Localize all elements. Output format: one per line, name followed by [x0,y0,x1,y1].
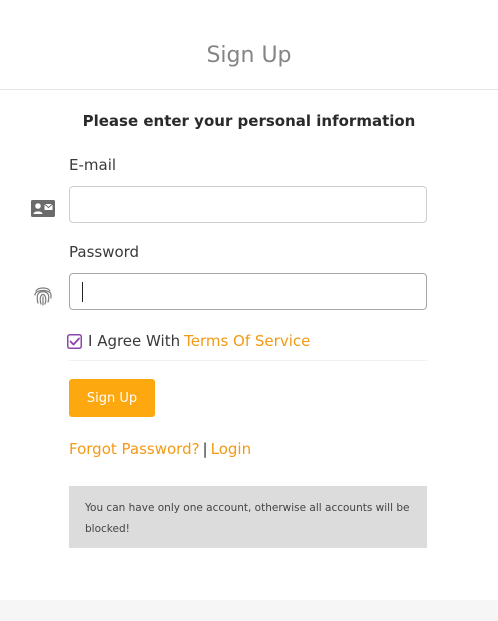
link-separator: | [202,440,208,458]
page-title: Sign Up [206,43,292,68]
password-field[interactable] [69,273,427,310]
text-caret [82,282,83,302]
agree-label: I Agree With [88,332,181,350]
email-label: E-mail [69,156,117,174]
contact-card-icon [30,195,56,221]
fingerprint-icon [30,282,56,308]
sign-up-button[interactable]: Sign Up [69,379,155,417]
page-header: Sign Up [0,0,498,90]
forgot-password-link[interactable]: Forgot Password? [69,440,200,458]
password-label: Password [69,243,140,261]
page-footer-strip [0,600,498,621]
terms-of-service-link[interactable]: Terms Of Service [184,332,310,350]
signup-page: Sign Up Please enter your personal infor… [0,0,498,621]
form-subtitle: Please enter your personal information [82,112,416,130]
auth-links: Forgot Password? | Login [69,439,251,459]
login-link[interactable]: Login [211,440,251,458]
divider [69,360,427,361]
terms-agreement: I Agree With Terms Of Service [67,330,310,352]
account-notice: You can have only one account, otherwise… [69,486,427,548]
email-field[interactable] [69,186,427,223]
checkbox-checked-icon[interactable] [67,333,82,349]
